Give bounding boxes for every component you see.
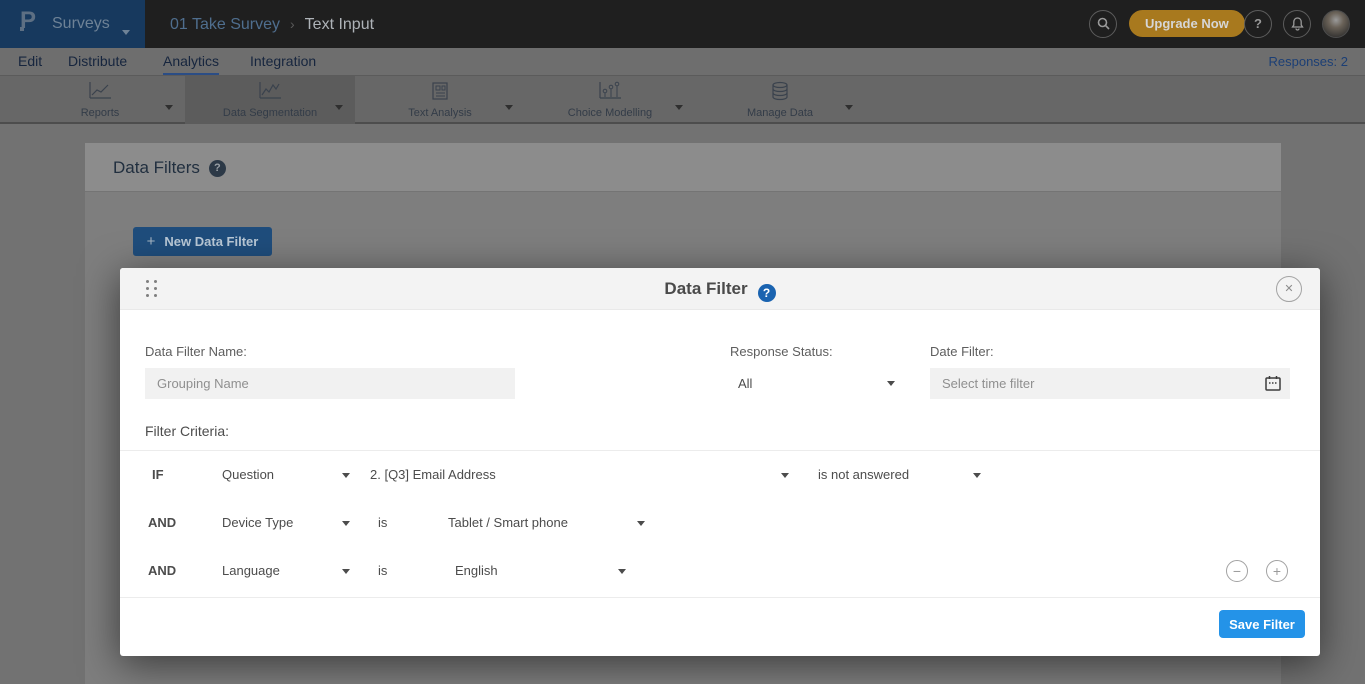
chevron-down-icon [887,381,895,386]
chevron-down-icon[interactable] [618,569,626,574]
survey-tab-bar: Edit Distribute Analytics Integration Re… [0,48,1365,76]
page-title: Data Filters? [113,143,226,192]
logo-dot [20,27,24,31]
filter-name-input[interactable] [145,368,515,399]
add-criteria-button[interactable]: + [1266,560,1288,582]
toolbar-item-text-analysis[interactable]: Text Analysis [355,76,525,124]
toolbar-item-choice-modelling[interactable]: Choice Modelling [525,76,695,124]
close-icon: ✕ [1284,283,1293,295]
new-data-filter-button[interactable]: +New Data Filter [133,227,272,256]
tab-edit[interactable]: Edit [18,48,42,75]
conjunction-label: IF [152,455,164,495]
line-chart-icon [15,81,185,106]
field-dropdown[interactable]: Language [222,551,280,591]
search-button[interactable] [1089,10,1117,38]
close-button[interactable]: ✕ [1276,276,1302,302]
database-icon [695,81,865,108]
minus-icon: − [1233,563,1241,579]
divider [120,450,1320,451]
chevron-down-icon[interactable] [122,22,130,40]
breadcrumb-current-page: Text Input [305,16,374,33]
question-mark-icon: ? [1254,16,1262,31]
criteria-row-and-2: AND Language is English − + [120,551,1320,591]
help-icon[interactable]: ? [209,160,226,177]
breadcrumb-survey-link[interactable]: 01 Take Survey [170,16,280,33]
date-filter-label: Date Filter: [930,344,994,359]
operator-label: is [378,551,387,591]
chevron-down-icon[interactable] [505,97,513,115]
upgrade-now-button[interactable]: Upgrade Now [1129,10,1245,37]
question-dropdown[interactable]: 2. [Q3] Email Address [370,455,496,495]
value-dropdown[interactable]: English [455,551,498,591]
calendar-icon[interactable] [1265,375,1281,396]
chevron-down-icon[interactable] [342,473,350,478]
user-avatar[interactable] [1322,10,1350,38]
analytics-toolbar: Reports Data Segmentation Text Analysis … [0,76,1365,124]
response-status-label: Response Status: [730,344,833,359]
chevron-down-icon[interactable] [342,521,350,526]
trend-chart-icon [185,81,355,106]
chevron-down-icon[interactable] [973,473,981,478]
brand-area: P Surveys [0,0,145,48]
criteria-row-and-1: AND Device Type is Tablet / Smart phone [120,503,1320,543]
data-filter-modal: Data Filter? ✕ Data Filter Name: Respons… [120,268,1320,656]
panel-header: Data Filters? [85,143,1281,192]
divider [120,597,1320,598]
field-dropdown[interactable]: Device Type [222,503,293,543]
notifications-button[interactable] [1283,10,1311,38]
surveys-menu[interactable]: Surveys [52,0,110,48]
bell-icon [1291,17,1304,31]
name-label: Data Filter Name: [145,344,247,359]
chevron-down-icon[interactable] [781,473,789,478]
tab-distribute[interactable]: Distribute [68,48,127,75]
toolbar-item-data-segmentation[interactable]: Data Segmentation [185,76,355,124]
modal-title: Data Filter [664,279,747,298]
remove-criteria-button[interactable]: − [1226,560,1248,582]
breadcrumb: 01 Take Survey › Text Input [170,0,374,48]
conjunction-label: AND [148,503,176,543]
breadcrumb-separator: › [290,16,295,32]
help-button[interactable]: ? [1244,10,1272,38]
conjunction-label: AND [148,551,176,591]
chevron-down-icon[interactable] [675,97,683,115]
top-bar: P Surveys 01 Take Survey › Text Input Upgr… [0,0,1365,48]
tab-analytics[interactable]: Analytics [163,48,219,75]
date-filter-input[interactable] [930,368,1260,399]
chevron-down-icon[interactable] [845,97,853,115]
value-dropdown[interactable]: Tablet / Smart phone [448,503,568,543]
chevron-down-icon[interactable] [335,97,343,115]
document-icon [355,81,525,106]
chevron-down-icon[interactable] [165,97,173,115]
plus-icon: + [147,233,156,250]
modal-header: Data Filter? ✕ [120,268,1320,310]
scatter-chart-icon [525,81,695,106]
plus-icon: + [1273,563,1281,579]
toolbar-item-manage-data[interactable]: Manage Data [695,76,865,124]
filter-criteria-label: Filter Criteria: [145,423,229,439]
save-filter-button[interactable]: Save Filter [1219,610,1305,638]
search-icon [1097,17,1110,30]
help-icon[interactable]: ? [758,284,776,302]
condition-dropdown[interactable]: is not answered [818,455,909,495]
response-status-dropdown[interactable]: All [730,368,895,399]
questionpro-logo[interactable]: P [20,7,36,35]
date-filter-field[interactable] [930,368,1290,399]
field-dropdown[interactable]: Question [222,455,274,495]
tab-integration[interactable]: Integration [250,48,316,75]
chevron-down-icon[interactable] [637,521,645,526]
chevron-down-icon[interactable] [342,569,350,574]
toolbar-item-reports[interactable]: Reports [15,76,185,124]
responses-count: Responses: 2 [1269,48,1349,75]
operator-label: is [378,503,387,543]
criteria-row-if: IF Question 2. [Q3] Email Address is not… [120,455,1320,495]
